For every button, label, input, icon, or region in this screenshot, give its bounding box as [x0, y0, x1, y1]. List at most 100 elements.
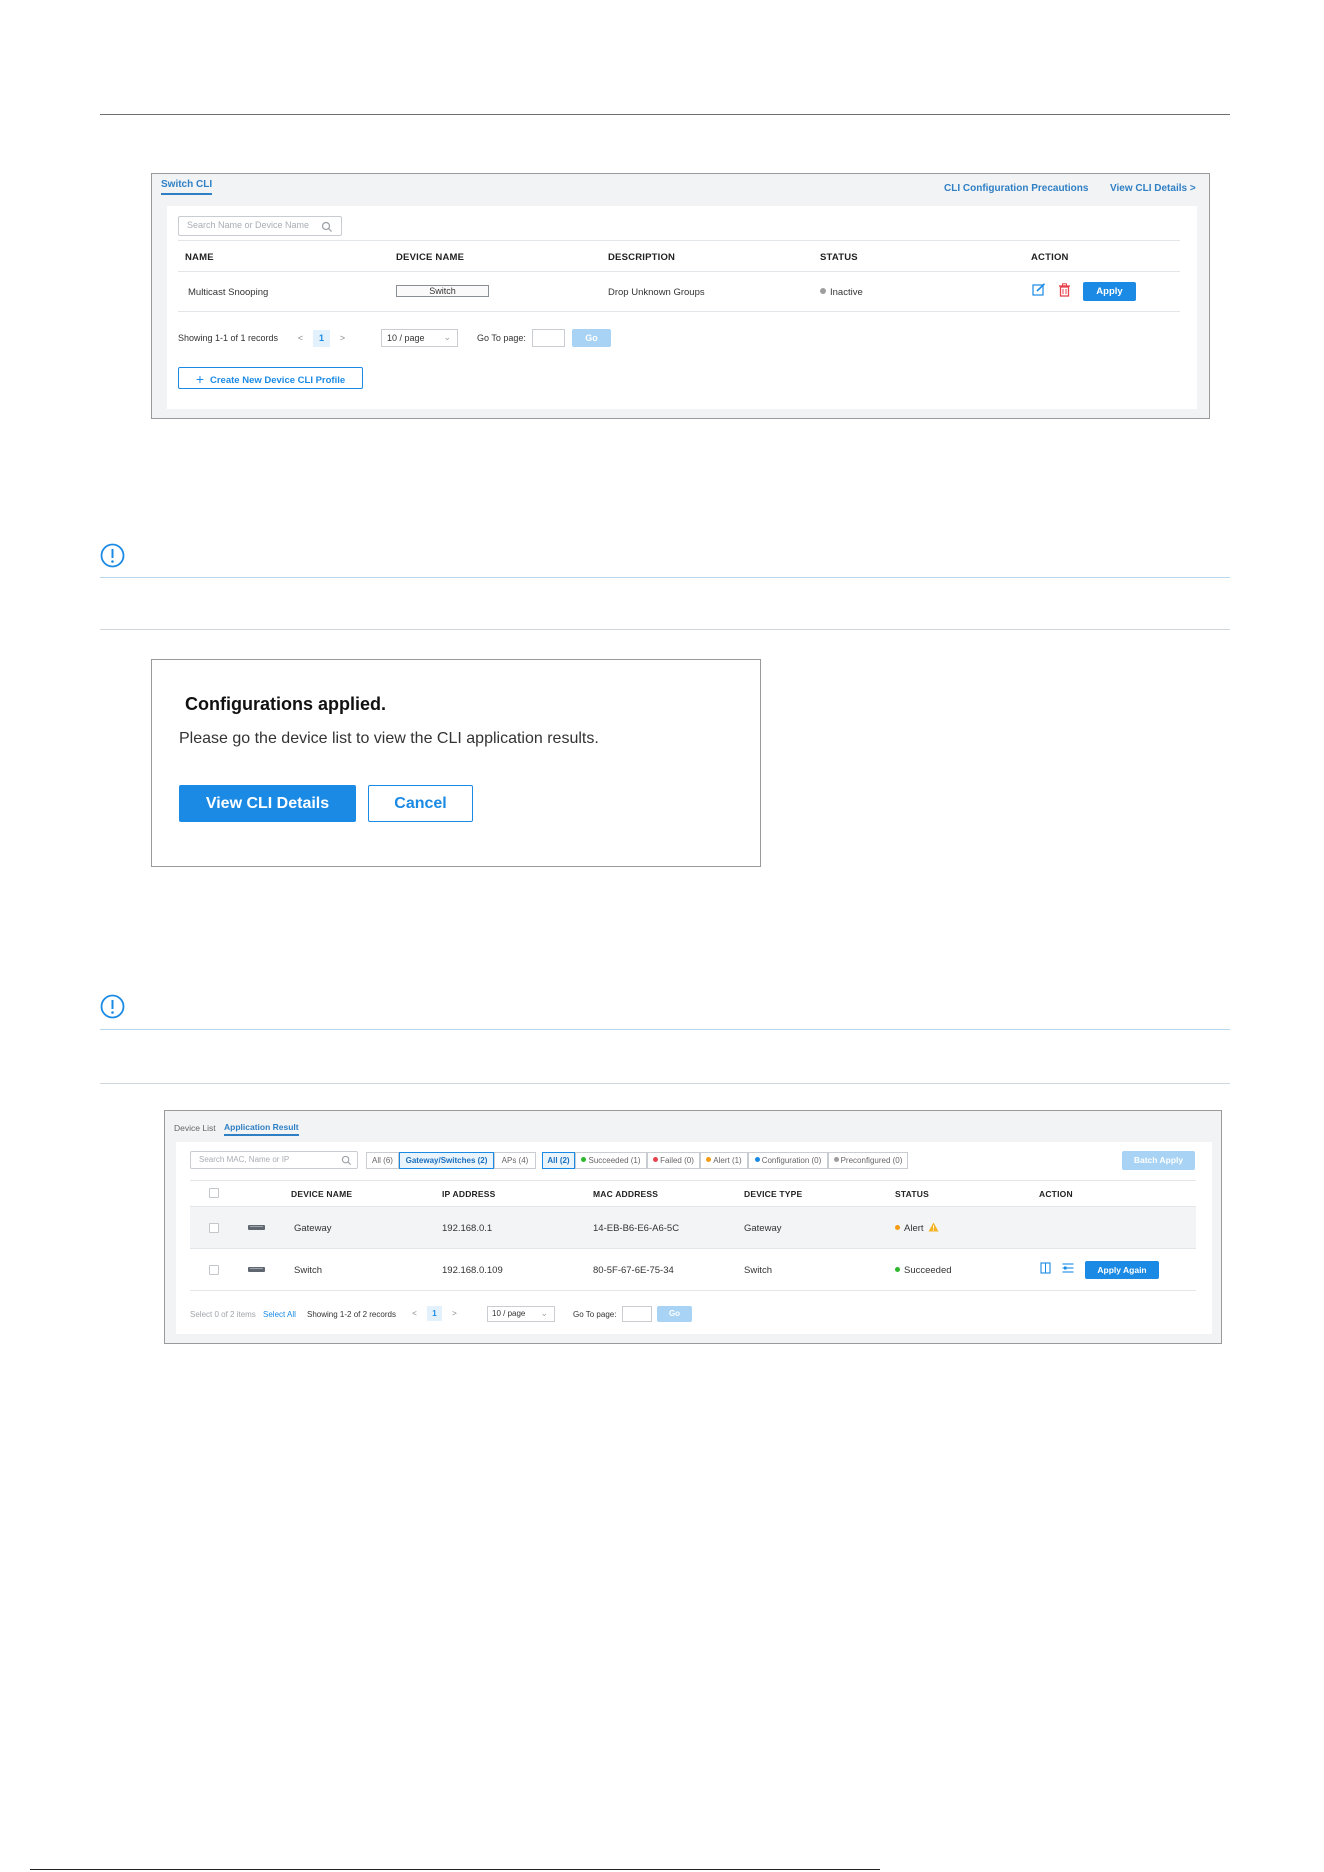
status-text: Succeeded: [904, 1265, 952, 1276]
profile-search-input[interactable]: Search Name or Device Name: [178, 216, 342, 236]
device-search-input[interactable]: Search MAC, Name or IP: [190, 1151, 358, 1169]
select-all-link[interactable]: Select All: [263, 1310, 296, 1319]
filter-preconfigured-label: Preconfigured (0): [840, 1156, 903, 1165]
search-placeholder: Search MAC, Name or IP: [199, 1155, 290, 1164]
select-all-checkbox[interactable]: [209, 1188, 219, 1198]
switch-cli-tabbar: Switch CLI CLI Configuration Precautions…: [152, 174, 1209, 204]
succeeded-dot: [895, 1266, 900, 1272]
inactive-dot: [820, 288, 826, 295]
tab-application-result[interactable]: Application Result: [224, 1122, 299, 1136]
goto-page-input[interactable]: [532, 329, 565, 347]
prev-page-button[interactable]: <: [292, 330, 309, 347]
filter-succeeded[interactable]: Succeeded (1): [575, 1152, 647, 1169]
status-text: Alert: [904, 1223, 924, 1234]
selection-count: Select 0 of 2 items: [190, 1310, 256, 1319]
list-icon[interactable]: [1062, 1263, 1074, 1273]
goto-page-input[interactable]: [622, 1306, 652, 1322]
filter-failed-label: Failed (0): [660, 1156, 694, 1165]
note-top-rule: [100, 577, 1230, 578]
batch-apply-button[interactable]: Batch Apply: [1122, 1151, 1195, 1170]
page-header-rule: [100, 114, 1230, 115]
filter-configuration-label: Configuration (0): [761, 1156, 822, 1165]
row-rule: [178, 311, 1180, 312]
alert-dot: [706, 1157, 712, 1163]
page-size-value: 10 / page: [387, 333, 425, 343]
device-name: Switch: [294, 1265, 322, 1276]
col-description: DESCRIPTION: [608, 252, 676, 263]
go-button[interactable]: Go: [657, 1306, 692, 1322]
col-mac-address: MAC ADDRESS: [593, 1189, 659, 1199]
cli-precautions-link[interactable]: CLI Configuration Precautions: [944, 183, 1088, 194]
header-rule: [178, 271, 1180, 272]
goto-label: Go To page:: [477, 333, 526, 343]
device-type: Gateway: [744, 1223, 782, 1234]
row-checkbox[interactable]: [209, 1223, 219, 1233]
preconfigured-dot: [833, 1157, 839, 1163]
col-ip-address: IP ADDRESS: [442, 1189, 496, 1199]
exclamation-icon: [100, 994, 125, 1019]
mac-address: 14-EB-B6-E6-A6-5C: [593, 1223, 680, 1234]
chevron-down-icon: ⌄: [443, 332, 451, 342]
view-cli-details-button[interactable]: View CLI Details: [179, 785, 356, 822]
dialog-message: Please go the device list to view the CL…: [179, 730, 599, 747]
page-size-select[interactable]: 10 / page ⌄: [381, 329, 458, 347]
failed-dot: [653, 1157, 659, 1163]
filter-succeeded-label: Succeeded (1): [588, 1156, 641, 1165]
col-device-name: DEVICE NAME: [291, 1189, 353, 1199]
filter-all-devices[interactable]: All (6): [366, 1152, 399, 1169]
next-page-button[interactable]: >: [447, 1306, 462, 1321]
status-text: Inactive: [830, 287, 863, 298]
table-top-rule: [190, 1180, 1196, 1181]
filter-gateway-switches[interactable]: Gateway/Switches (2): [399, 1152, 494, 1169]
apply-button[interactable]: Apply: [1083, 282, 1136, 301]
configuration-dot: [754, 1157, 760, 1163]
page-1-button[interactable]: 1: [313, 330, 330, 347]
note-bottom-rule: [100, 1083, 1230, 1084]
ip-address: 192.168.0.1: [442, 1223, 493, 1234]
tab-device-list[interactable]: Device List: [174, 1123, 216, 1133]
cancel-button[interactable]: Cancel: [368, 785, 473, 822]
gateway-device-icon: [248, 1225, 265, 1230]
configurations-applied-dialog: Configurations applied. Please go the de…: [151, 659, 761, 867]
profile-description: Drop Unknown Groups: [608, 287, 705, 298]
search-placeholder: Search Name or Device Name: [187, 220, 310, 230]
col-action: ACTION: [1031, 252, 1069, 263]
filter-preconfigured[interactable]: Preconfigured (0): [828, 1152, 908, 1169]
delete-icon[interactable]: [1058, 283, 1071, 297]
prev-page-button[interactable]: <: [407, 1306, 422, 1321]
tab-switch-cli[interactable]: Switch CLI: [161, 179, 213, 195]
row-rule: [190, 1248, 1196, 1249]
warning-icon[interactable]: [928, 1222, 939, 1232]
page-1-button[interactable]: 1: [427, 1306, 442, 1321]
col-status: STATUS: [820, 252, 858, 263]
filter-failed[interactable]: Failed (0): [647, 1152, 700, 1169]
exclamation-icon: [100, 543, 125, 568]
dialog-title: Configurations applied.: [185, 694, 386, 714]
edit-icon[interactable]: [1032, 283, 1046, 297]
note-top-rule: [100, 1029, 1230, 1030]
page-footer-rule: [30, 1869, 880, 1870]
col-device-name: DEVICE NAME: [396, 252, 465, 263]
col-device-type: DEVICE TYPE: [744, 1189, 803, 1199]
profile-status: Inactive: [820, 287, 863, 298]
details-icon[interactable]: [1040, 1262, 1051, 1274]
table-row[interactable]: [190, 1207, 1196, 1248]
apply-again-button[interactable]: Apply Again: [1085, 1261, 1159, 1279]
search-icon: [341, 1155, 352, 1166]
col-name: NAME: [185, 252, 214, 263]
go-button[interactable]: Go: [572, 329, 611, 347]
view-cli-details-link[interactable]: View CLI Details >: [1110, 183, 1196, 194]
page-size-select[interactable]: 10 / page ⌄: [487, 1306, 555, 1322]
records-summary: Showing 1-2 of 2 records: [307, 1310, 396, 1319]
filter-aps[interactable]: APs (4): [494, 1152, 536, 1169]
row-checkbox[interactable]: [209, 1265, 219, 1275]
table-top-rule: [178, 240, 1180, 241]
next-page-button[interactable]: >: [334, 330, 351, 347]
create-cli-profile-button[interactable]: + Create New Device CLI Profile: [178, 367, 363, 389]
filter-alert[interactable]: Alert (1): [700, 1152, 748, 1169]
filter-alert-label: Alert (1): [713, 1156, 742, 1165]
pagination-summary: Showing 1-1 of 1 records: [178, 333, 279, 343]
row-rule: [190, 1290, 1196, 1291]
filter-configuration[interactable]: Configuration (0): [748, 1152, 828, 1169]
filter-status-all[interactable]: All (2): [542, 1152, 575, 1169]
